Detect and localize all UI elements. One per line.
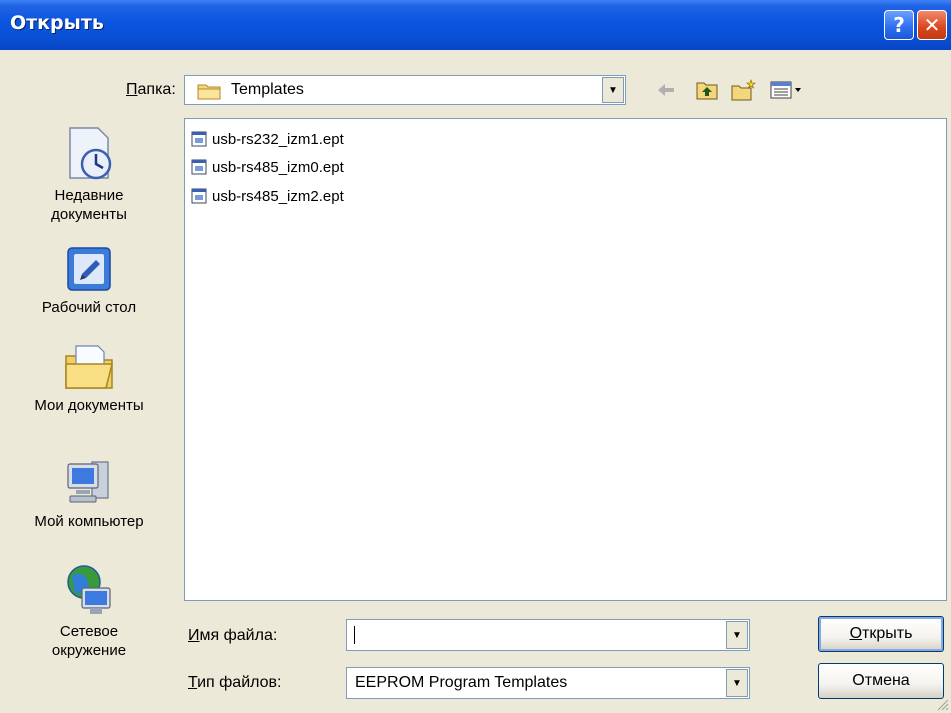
file-name-input[interactable]: ▼ <box>346 619 750 651</box>
places-label: Мой компьютер <box>34 513 144 530</box>
places-item-desktop[interactable]: Рабочий стол <box>0 244 178 317</box>
file-name-label: Имя файла: <box>188 627 278 644</box>
close-button[interactable]: ✕ <box>917 10 947 40</box>
window-title: Открыть <box>10 12 104 34</box>
my-computer-icon <box>67 461 109 503</box>
back-button[interactable] <box>652 78 680 102</box>
places-label: Мои документы <box>34 397 144 414</box>
file-type-dropdown[interactable]: EEPROM Program Templates ▼ <box>346 667 750 699</box>
look-in-value: Templates <box>231 81 304 98</box>
file-type-value: EEPROM Program Templates <box>355 674 568 691</box>
places-item-network[interactable]: Сетевое окружение <box>0 562 178 660</box>
open-button[interactable]: Открыть <box>818 616 944 652</box>
title-bar[interactable]: Открыть ? ✕ <box>0 0 951 50</box>
folder-up-icon <box>696 82 718 100</box>
recent-documents-icon <box>69 127 112 180</box>
view-menu-button[interactable] <box>768 78 808 102</box>
chevron-down-icon: ▼ <box>732 677 742 689</box>
list-item[interactable]: usb-rs485_izm2.ept <box>191 185 344 207</box>
back-arrow-icon <box>658 84 674 96</box>
places-bar: Недавние документы Рабочий стол Мои доку… <box>0 112 178 712</box>
open-file-dialog: Открыть ? ✕ Папка: Templates ▼ Недавние … <box>0 0 951 713</box>
places-label: окружение <box>51 642 127 659</box>
file-type-label: Тип файлов: <box>188 674 282 691</box>
my-documents-icon <box>65 345 113 389</box>
places-label: документы <box>51 206 127 223</box>
help-icon: ? <box>893 13 905 37</box>
file-name-dropdown-button[interactable]: ▼ <box>726 621 748 649</box>
resize-grip-icon[interactable] <box>935 697 949 711</box>
file-list[interactable]: usb-rs232_izm1.ept usb-rs485_izm0.ept us… <box>184 118 947 601</box>
file-type-dropdown-button[interactable]: ▼ <box>726 669 748 697</box>
network-icon <box>67 565 111 614</box>
file-name: usb-rs485_izm0.ept <box>212 158 344 176</box>
text-caret <box>354 626 355 644</box>
new-folder-button[interactable] <box>730 78 758 102</box>
places-item-recent[interactable]: Недавние документы <box>0 124 178 224</box>
help-button[interactable]: ? <box>884 10 914 40</box>
list-item[interactable]: usb-rs232_izm1.ept <box>191 128 344 150</box>
list-item[interactable]: usb-rs485_izm0.ept <box>191 156 344 178</box>
file-name: usb-rs232_izm1.ept <box>212 130 344 148</box>
places-item-my-documents[interactable]: Мои документы <box>0 338 178 415</box>
up-one-level-button[interactable] <box>695 78 719 102</box>
file-icon <box>191 159 207 175</box>
file-icon <box>191 131 207 147</box>
desktop-icon <box>67 247 111 291</box>
places-label: Недавние <box>54 187 124 204</box>
chevron-down-icon: ▼ <box>608 84 618 96</box>
close-icon: ✕ <box>923 13 941 37</box>
view-menu-icon <box>770 81 801 99</box>
look-in-dropdown[interactable]: Templates ▼ <box>184 75 626 105</box>
places-label: Рабочий стол <box>41 299 137 316</box>
places-label: Сетевое <box>59 623 119 640</box>
file-name: usb-rs485_izm2.ept <box>212 187 344 205</box>
look-in-label: Папка: <box>126 81 176 98</box>
file-icon <box>191 188 207 204</box>
look-in-dropdown-button[interactable]: ▼ <box>602 77 624 103</box>
new-folder-icon <box>731 79 756 101</box>
places-item-my-computer[interactable]: Мой компьютер <box>0 456 178 531</box>
folder-icon <box>197 84 221 100</box>
chevron-down-icon: ▼ <box>732 629 742 641</box>
cancel-button[interactable]: Отмена <box>818 663 944 699</box>
